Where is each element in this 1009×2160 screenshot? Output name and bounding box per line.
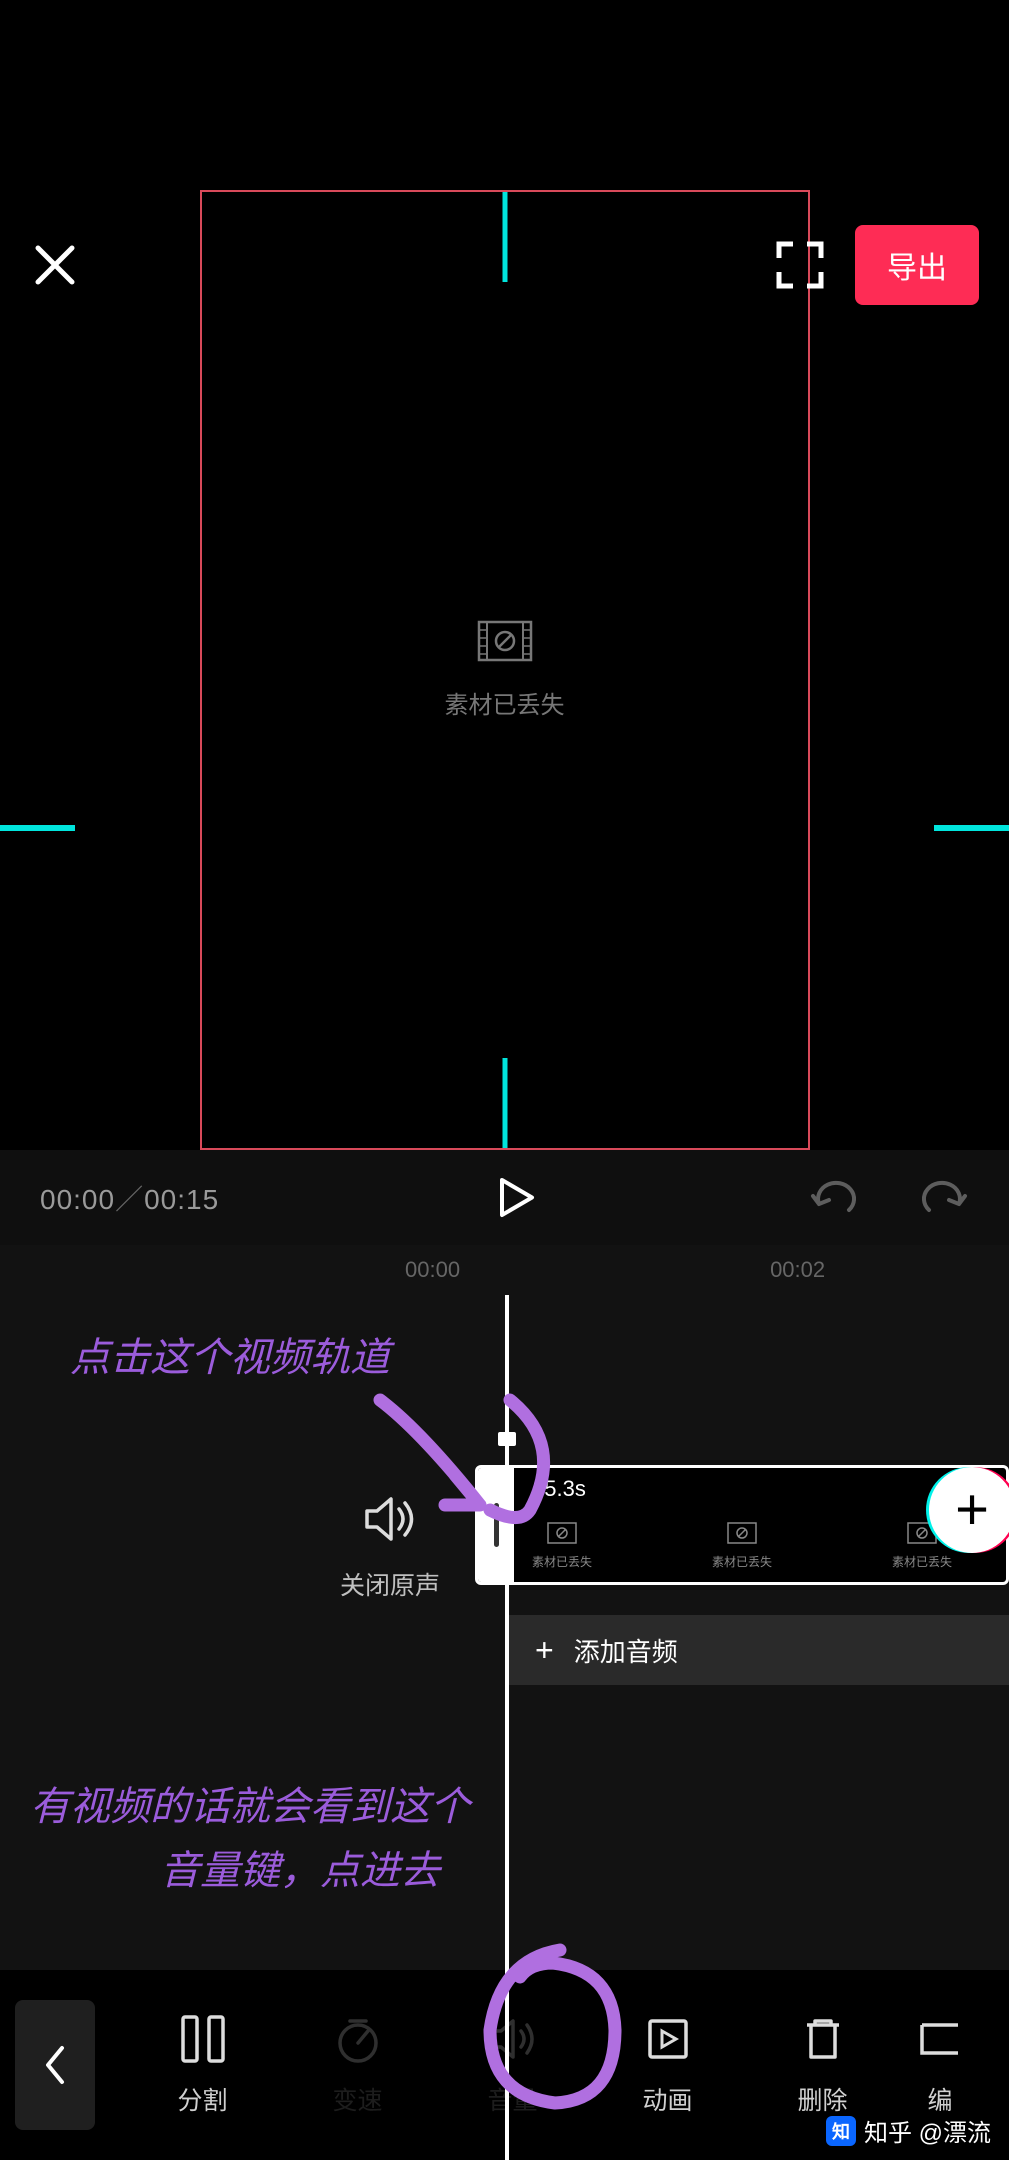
split-icon [177,2013,229,2065]
annotation-circle-2 [465,1935,635,2125]
preview-frame[interactable]: 素材已丢失 [200,190,810,1150]
guide-bottom [502,1058,507,1148]
plus-icon: + [955,1481,989,1539]
tool-delete[interactable]: 删除 [745,2013,900,2117]
fullscreen-icon[interactable] [775,240,825,290]
add-audio-label: 添加音频 [574,1632,678,1669]
redo-button[interactable] [919,1178,969,1218]
annotation-arrow-1 [360,1390,590,1560]
ruler-tick: 00:02 [770,1257,825,1283]
edit-icon [914,2013,966,2065]
tool-speed[interactable]: 变速 [280,2013,435,2117]
header-bar: 导出 [0,225,1009,305]
trash-icon [797,2013,849,2065]
missing-media-placeholder: 素材已丢失 [445,620,565,720]
play-button[interactable] [492,1175,537,1220]
add-audio-button[interactable]: + 添加音频 [505,1615,1009,1685]
status-bar-gap [0,0,1009,130]
playback-bar: 00:00／00:15 [0,1150,1009,1245]
timecode: 00:00／00:15 [40,1178,219,1218]
zhihu-watermark: 知 知乎 @漂流 [826,2113,991,2148]
animation-icon [642,2013,694,2065]
plus-icon: + [535,1632,554,1669]
annotation-text-2: 有视频的话就会看到这个 音量键，点进去 [30,1775,470,1903]
annotation-text-1: 点击这个视频轨道 [70,1325,390,1383]
guide-left [0,825,75,831]
toolbar-back-button[interactable] [15,2000,95,2130]
ruler-tick: 00:00 [405,1257,460,1283]
close-button[interactable] [30,240,80,290]
speed-icon [332,2013,384,2065]
tool-split[interactable]: 分割 [125,2013,280,2117]
missing-label: 素材已丢失 [445,685,565,720]
add-clip-button[interactable]: + [929,1467,1009,1553]
undo-button[interactable] [809,1178,859,1218]
tool-edit[interactable]: 编 [900,2013,980,2117]
mute-label: 关闭原声 [340,1566,440,1602]
export-button[interactable]: 导出 [855,225,979,305]
guide-right [934,825,1009,831]
timeline-ruler[interactable]: 00:00 00:02 · [0,1245,1009,1295]
zhihu-logo-icon: 知 [826,2116,856,2146]
clip-thumbnails: 素材已丢失 素材已丢失 素材已丢失 [532,1522,952,1570]
